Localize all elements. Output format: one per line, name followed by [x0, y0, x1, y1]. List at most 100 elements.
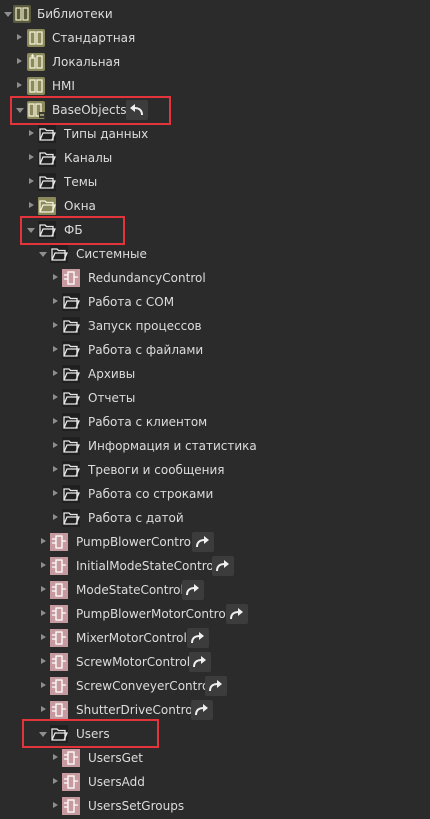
library-tree: Библиотеки Стандартная Локальная HMI Bas… [0, 0, 430, 819]
expand-arrow-icon[interactable] [53, 802, 58, 808]
expand-arrow-icon[interactable] [41, 562, 46, 568]
library-icon [26, 76, 46, 96]
expand-arrow-icon[interactable] [41, 586, 46, 592]
tree-node-fb-item[interactable]: UsersSetGroups [0, 794, 430, 818]
folder-icon [49, 724, 69, 744]
folder-icon [37, 220, 57, 240]
tree-node-library[interactable]: Стандартная [0, 26, 430, 50]
tree-node-folder[interactable]: Работа с клиентом [0, 410, 430, 434]
expand-arrow-icon[interactable] [53, 298, 58, 304]
tree-node-users[interactable]: Users [0, 722, 430, 746]
tree-node-folder[interactable]: Архивы [0, 362, 430, 386]
expand-arrow-icon[interactable] [41, 634, 46, 640]
folder-icon [61, 292, 81, 312]
tree-node-folder[interactable]: Работа с датой [0, 506, 430, 530]
tree-node-library[interactable]: HMI [0, 74, 430, 98]
tree-node-base-objects[interactable]: BaseObjects [0, 98, 430, 122]
tree-node-fb-item[interactable]: UsersAdd [0, 770, 430, 794]
expand-arrow-icon[interactable] [53, 418, 58, 424]
expand-arrow-icon[interactable] [29, 154, 34, 160]
tree-node-label: ScrewMotorControl [76, 655, 191, 669]
tree-node-fb-link[interactable]: InitialModeStateControl [0, 554, 430, 578]
expand-arrow-icon[interactable] [53, 466, 58, 472]
tree-node-root[interactable]: Библиотеки [0, 2, 430, 26]
tree-node-folder[interactable]: Типы данных [0, 122, 430, 146]
expand-arrow-icon[interactable] [53, 370, 58, 376]
tree-node-fb[interactable]: ФБ [0, 218, 430, 242]
tree-node-folder[interactable]: Окна [0, 194, 430, 218]
tree-node-folder[interactable]: Работа со строками [0, 482, 430, 506]
tree-node-fb-link[interactable]: MixerMotorControl [0, 626, 430, 650]
folder-icon [61, 436, 81, 456]
expand-arrow-icon[interactable] [53, 442, 58, 448]
expand-arrow-icon[interactable] [17, 34, 22, 40]
redirect-arrow-icon[interactable] [212, 556, 234, 576]
expand-arrow-icon[interactable] [53, 394, 58, 400]
redirect-arrow-icon[interactable] [189, 652, 211, 672]
tree-node-label: BaseObjects [52, 103, 127, 117]
tree-node-label: Стандартная [52, 31, 136, 45]
redirect-arrow-icon[interactable] [187, 628, 209, 648]
tree-node-label: Типы данных [64, 127, 149, 141]
tree-node-folder[interactable]: Отчеты [0, 386, 430, 410]
tree-node-system[interactable]: Системные [0, 242, 430, 266]
tree-node-label: Отчеты [88, 391, 136, 405]
tree-node-label: InitialModeStateControl [76, 559, 218, 573]
tree-node-fb-link[interactable]: ScrewMotorControl [0, 650, 430, 674]
expand-arrow-icon[interactable] [4, 12, 12, 17]
folder-icon [61, 340, 81, 360]
tree-node-folder[interactable]: Темы [0, 170, 430, 194]
expand-arrow-icon[interactable] [16, 108, 24, 113]
tree-node-fb-item[interactable]: RedundancyControl [0, 266, 430, 290]
expand-arrow-icon[interactable] [29, 202, 34, 208]
tree-node-fb-link[interactable]: PumpBlowerMotorControl [0, 602, 430, 626]
expand-arrow-icon[interactable] [53, 514, 58, 520]
tree-node-folder[interactable]: Информация и статистика [0, 434, 430, 458]
function-block-icon [49, 628, 69, 648]
expand-arrow-icon[interactable] [29, 178, 34, 184]
folder-icon [61, 316, 81, 336]
expand-arrow-icon[interactable] [53, 778, 58, 784]
folder-icon [37, 172, 57, 192]
tree-node-label: Локальная [52, 55, 121, 69]
expand-arrow-icon[interactable] [41, 658, 46, 664]
expand-arrow-icon[interactable] [53, 754, 58, 760]
library-icon [26, 100, 46, 120]
expand-arrow-icon[interactable] [27, 228, 35, 233]
tree-node-folder[interactable]: Тревоги и сообщения [0, 458, 430, 482]
tree-node-folder[interactable]: Запуск процессов [0, 314, 430, 338]
tree-node-fb-item[interactable]: UsersGet [0, 746, 430, 770]
tree-node-fb-link[interactable]: PumpBlowerControl [0, 530, 430, 554]
expand-arrow-icon[interactable] [41, 682, 46, 688]
tree-node-label: RedundancyControl [88, 271, 206, 285]
expand-arrow-icon[interactable] [39, 252, 47, 257]
redirect-arrow-icon[interactable] [192, 532, 214, 552]
redirect-arrow-icon[interactable] [226, 604, 248, 624]
expand-arrow-icon[interactable] [53, 274, 58, 280]
redirect-arrow-icon[interactable] [182, 580, 204, 600]
tree-node-folder[interactable]: Каналы [0, 146, 430, 170]
expand-arrow-icon[interactable] [17, 82, 22, 88]
tree-node-folder[interactable]: Работа с файлами [0, 338, 430, 362]
expand-arrow-icon[interactable] [41, 610, 46, 616]
expand-arrow-icon[interactable] [53, 490, 58, 496]
tree-node-fb-link[interactable]: ShutterDriveControl [0, 698, 430, 722]
expand-arrow-icon[interactable] [29, 130, 34, 136]
folder-icon [61, 364, 81, 384]
expand-arrow-icon[interactable] [53, 322, 58, 328]
tree-node-library[interactable]: Локальная [0, 50, 430, 74]
tree-node-label: Темы [64, 175, 98, 189]
expand-arrow-icon[interactable] [17, 58, 22, 64]
expand-arrow-icon[interactable] [53, 346, 58, 352]
tree-node-folder[interactable]: Работа с COM [0, 290, 430, 314]
tree-node-label: ФБ [64, 223, 83, 237]
undo-icon[interactable] [126, 100, 148, 120]
redirect-arrow-icon[interactable] [191, 700, 213, 720]
tree-node-fb-link[interactable]: ModeStateControl [0, 578, 430, 602]
folder-icon [61, 388, 81, 408]
tree-node-fb-link[interactable]: ScrewConveyerControl [0, 674, 430, 698]
expand-arrow-icon[interactable] [41, 538, 46, 544]
redirect-arrow-icon[interactable] [205, 676, 227, 696]
expand-arrow-icon[interactable] [41, 706, 46, 712]
expand-arrow-icon[interactable] [39, 732, 47, 737]
